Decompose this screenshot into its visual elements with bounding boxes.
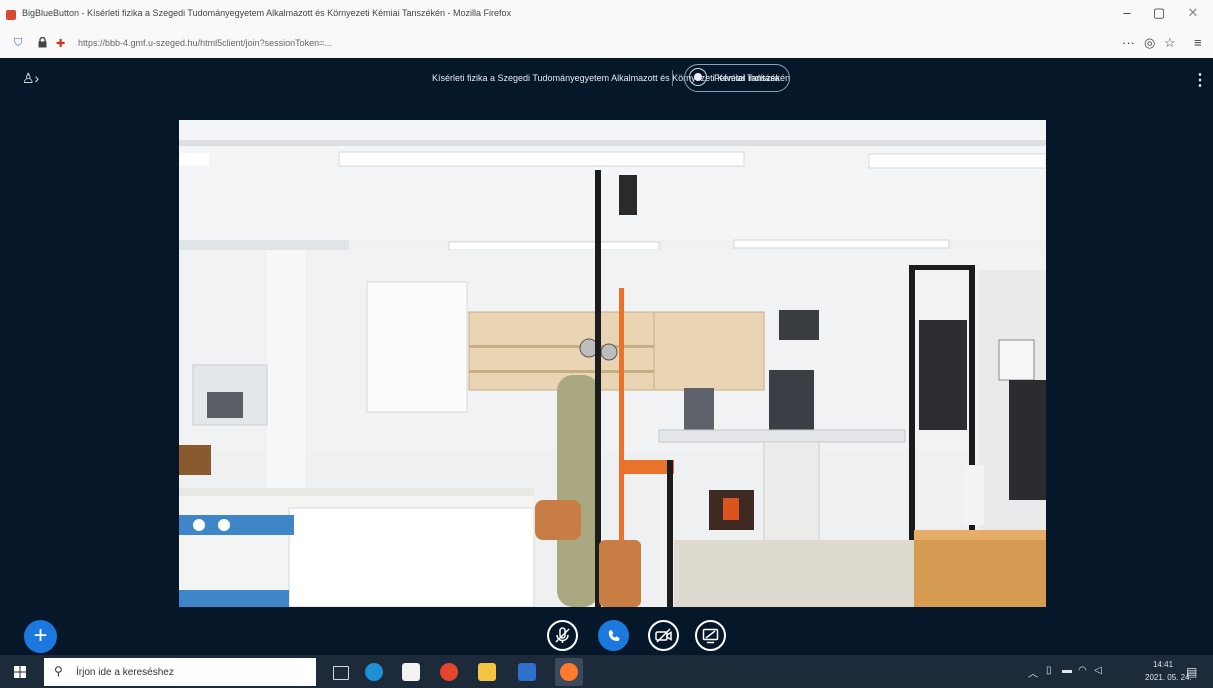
- mute-microphone-button[interactable]: [547, 620, 578, 651]
- notifications-icon[interactable]: ▤: [1186, 665, 1197, 679]
- volume-icon[interactable]: ◁: [1094, 665, 1102, 676]
- browser-nav-bar: ⛉ ✚ https://bbb-4.gmf.u-szeged.hu/html5c…: [0, 30, 1213, 59]
- url-bar[interactable]: https://bbb-4.gmf.u-szeged.hu/html5clien…: [78, 38, 332, 48]
- recording-button[interactable]: Felvétel indítása: [684, 64, 790, 92]
- chrome-icon[interactable]: [440, 663, 458, 681]
- wifi-icon[interactable]: ◠: [1078, 665, 1087, 676]
- pocket-icon[interactable]: ◎: [1144, 35, 1155, 51]
- webcam-video-feed: [179, 120, 1046, 607]
- bookmark-star-icon[interactable]: ☆: [1164, 35, 1176, 51]
- tray-chevron-icon[interactable]: ︿: [1028, 665, 1038, 680]
- actions-plus-button[interactable]: +: [24, 620, 57, 653]
- clock-time[interactable]: 14:41: [1153, 660, 1173, 669]
- firefox-taskbar-button[interactable]: [555, 658, 583, 686]
- firefox-icon: [560, 663, 578, 681]
- shield-icon[interactable]: ⛉: [14, 37, 22, 50]
- options-menu-icon[interactable]: ⋮: [1192, 70, 1208, 90]
- site-permission-icon[interactable]: ✚: [56, 37, 65, 50]
- lock-icon[interactable]: [38, 36, 47, 51]
- record-icon: [689, 68, 707, 86]
- taskbar-search-box[interactable]: ⚲ Írjon ide a kereséshez: [44, 658, 316, 686]
- edge-icon[interactable]: [365, 663, 383, 681]
- search-placeholder: Írjon ide a kereséshez: [76, 667, 174, 678]
- title-divider: [672, 70, 673, 86]
- windows-start-icon[interactable]: [14, 666, 26, 678]
- recording-label: Felvétel indítása: [714, 73, 780, 83]
- word-icon[interactable]: [518, 663, 536, 681]
- phone-icon: [608, 630, 620, 641]
- meeting-app: ♙› Kísérleti fizika a Szegedi Tudományeg…: [0, 58, 1213, 655]
- window-title: BigBlueButton - Kísérleti fizika a Szege…: [22, 8, 512, 18]
- close-button[interactable]: ✕: [1184, 5, 1202, 21]
- screen-share-icon: [702, 628, 719, 644]
- users-list-toggle-icon[interactable]: ♙›: [22, 70, 39, 87]
- restore-button[interactable]: ▢: [1150, 5, 1168, 21]
- microphone-off-icon: [555, 627, 570, 643]
- store-icon[interactable]: [402, 663, 420, 681]
- task-view-icon[interactable]: [333, 666, 349, 680]
- network-icon[interactable]: ▯: [1046, 665, 1052, 676]
- file-explorer-icon[interactable]: [478, 663, 496, 681]
- clock-date[interactable]: 2021. 05. 24.: [1145, 673, 1192, 682]
- share-webcam-button[interactable]: [648, 620, 679, 651]
- bigbluebutton-favicon-icon: [6, 10, 16, 20]
- minimize-button[interactable]: –: [1118, 5, 1136, 20]
- leave-audio-button[interactable]: [598, 620, 629, 651]
- page-actions-icon[interactable]: ···: [1122, 35, 1135, 50]
- share-screen-button[interactable]: [695, 620, 726, 651]
- search-icon: ⚲: [54, 664, 63, 678]
- camera-off-icon: [655, 628, 672, 643]
- browser-title-bar: BigBlueButton - Kísérleti fizika a Szege…: [0, 0, 1213, 30]
- hamburger-menu-icon[interactable]: ≡: [1194, 35, 1202, 50]
- windows-taskbar: ⚲ Írjon ide a kereséshez ︿ ▯ ▬ ◠ ◁ 14:41…: [0, 655, 1213, 688]
- battery-icon[interactable]: ▬: [1062, 665, 1072, 676]
